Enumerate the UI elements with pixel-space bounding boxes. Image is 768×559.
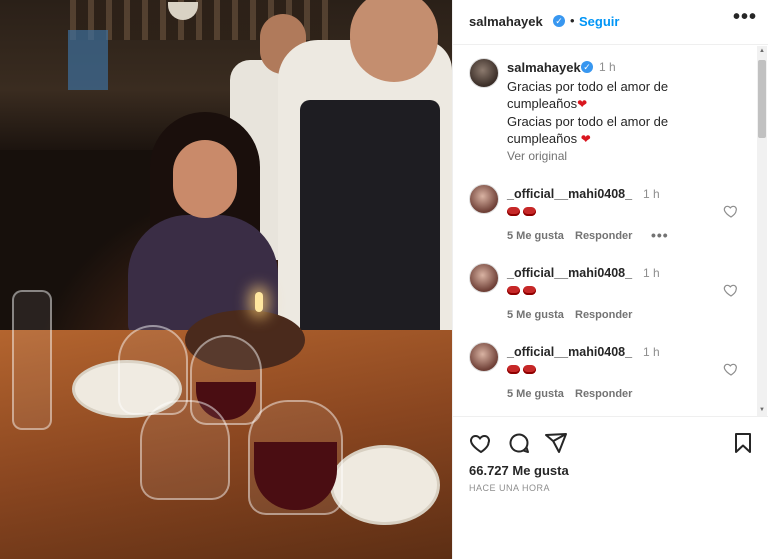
heart-icon[interactable] bbox=[469, 431, 493, 455]
avatar[interactable] bbox=[469, 263, 499, 293]
comment-time: 1 h bbox=[643, 266, 660, 280]
scrollbar[interactable]: ▲ ▼ bbox=[757, 46, 767, 416]
broken-heart-icon: ❤ bbox=[580, 132, 591, 146]
comment-likes[interactable]: 5 Me gusta bbox=[507, 309, 564, 321]
avatar[interactable] bbox=[469, 184, 499, 214]
caption-username[interactable]: salmahayek bbox=[507, 60, 581, 75]
more-options-icon[interactable]: ••• bbox=[733, 6, 757, 29]
wine-glass bbox=[248, 400, 343, 515]
avatar[interactable] bbox=[469, 58, 499, 88]
woman-face bbox=[173, 140, 237, 218]
header-separator: • bbox=[570, 13, 575, 28]
comments-scroll-area[interactable]: salmahayek ✓ 1 h Gracias por todo el amo… bbox=[453, 46, 768, 416]
scroll-down-icon[interactable]: ▼ bbox=[758, 406, 766, 414]
post-side-panel: salmahayek ✓ • Seguir ••• salmahayek ✓ 1… bbox=[452, 0, 768, 559]
heart-icon[interactable] bbox=[723, 361, 739, 377]
header-username[interactable]: salmahayek bbox=[469, 14, 543, 29]
caption-time: 1 h bbox=[599, 60, 616, 74]
bookmark-icon[interactable] bbox=[731, 431, 755, 455]
caption-line: cumpleaños bbox=[507, 96, 578, 111]
verified-badge-icon: ✓ bbox=[581, 61, 593, 73]
comment-icon[interactable] bbox=[507, 431, 531, 455]
candle bbox=[255, 292, 263, 312]
likes-count[interactable]: 66.727 Me gusta bbox=[469, 463, 569, 478]
comment-username[interactable]: _official__mahi0408_ bbox=[507, 187, 632, 201]
comment-time: 1 h bbox=[643, 345, 660, 359]
caption-line: cumpleaños bbox=[507, 131, 578, 146]
comment-username[interactable]: _official__mahi0408_ bbox=[507, 345, 632, 359]
bottle bbox=[12, 290, 52, 430]
caption-text: Gracias por todo el amor de cumpleaños❤ … bbox=[507, 78, 707, 148]
lips-emoji-icon bbox=[507, 362, 539, 377]
verified-badge-icon: ✓ bbox=[553, 15, 565, 27]
comment-time: 1 h bbox=[643, 187, 660, 201]
heart-icon[interactable] bbox=[723, 282, 739, 298]
see-original-link[interactable]: Ver original bbox=[507, 149, 567, 163]
waiter-apron bbox=[300, 100, 440, 350]
scrollbar-thumb[interactable] bbox=[758, 60, 766, 138]
share-icon[interactable] bbox=[544, 431, 568, 455]
comment-username[interactable]: _official__mahi0408_ bbox=[507, 266, 632, 280]
plate bbox=[330, 445, 440, 525]
avatar[interactable] bbox=[469, 342, 499, 372]
caption-line: Gracias por todo el amor de bbox=[507, 79, 669, 94]
window bbox=[68, 30, 108, 90]
post-actions: 66.727 Me gusta HACE UNA HORA bbox=[453, 416, 768, 559]
lips-emoji-icon bbox=[507, 283, 539, 298]
reply-button[interactable]: Responder bbox=[575, 230, 632, 242]
comment-likes[interactable]: 5 Me gusta bbox=[507, 230, 564, 242]
broken-heart-icon: ❤ bbox=[577, 97, 588, 111]
heart-icon[interactable] bbox=[723, 203, 739, 219]
water-glass bbox=[140, 400, 230, 500]
comment-more-icon[interactable]: ••• bbox=[651, 227, 669, 243]
reply-button[interactable]: Responder bbox=[575, 388, 632, 400]
lips-emoji-icon bbox=[507, 204, 539, 219]
post-photo[interactable] bbox=[0, 0, 452, 559]
follow-button[interactable]: Seguir bbox=[579, 14, 619, 29]
caption-line: Gracias por todo el amor de bbox=[507, 114, 669, 129]
scroll-up-icon[interactable]: ▲ bbox=[758, 47, 766, 55]
comment-likes[interactable]: 5 Me gusta bbox=[507, 388, 564, 400]
post-timestamp: HACE UNA HORA bbox=[469, 483, 551, 493]
post-header: salmahayek ✓ • Seguir ••• bbox=[453, 0, 768, 45]
reply-button[interactable]: Responder bbox=[575, 309, 632, 321]
